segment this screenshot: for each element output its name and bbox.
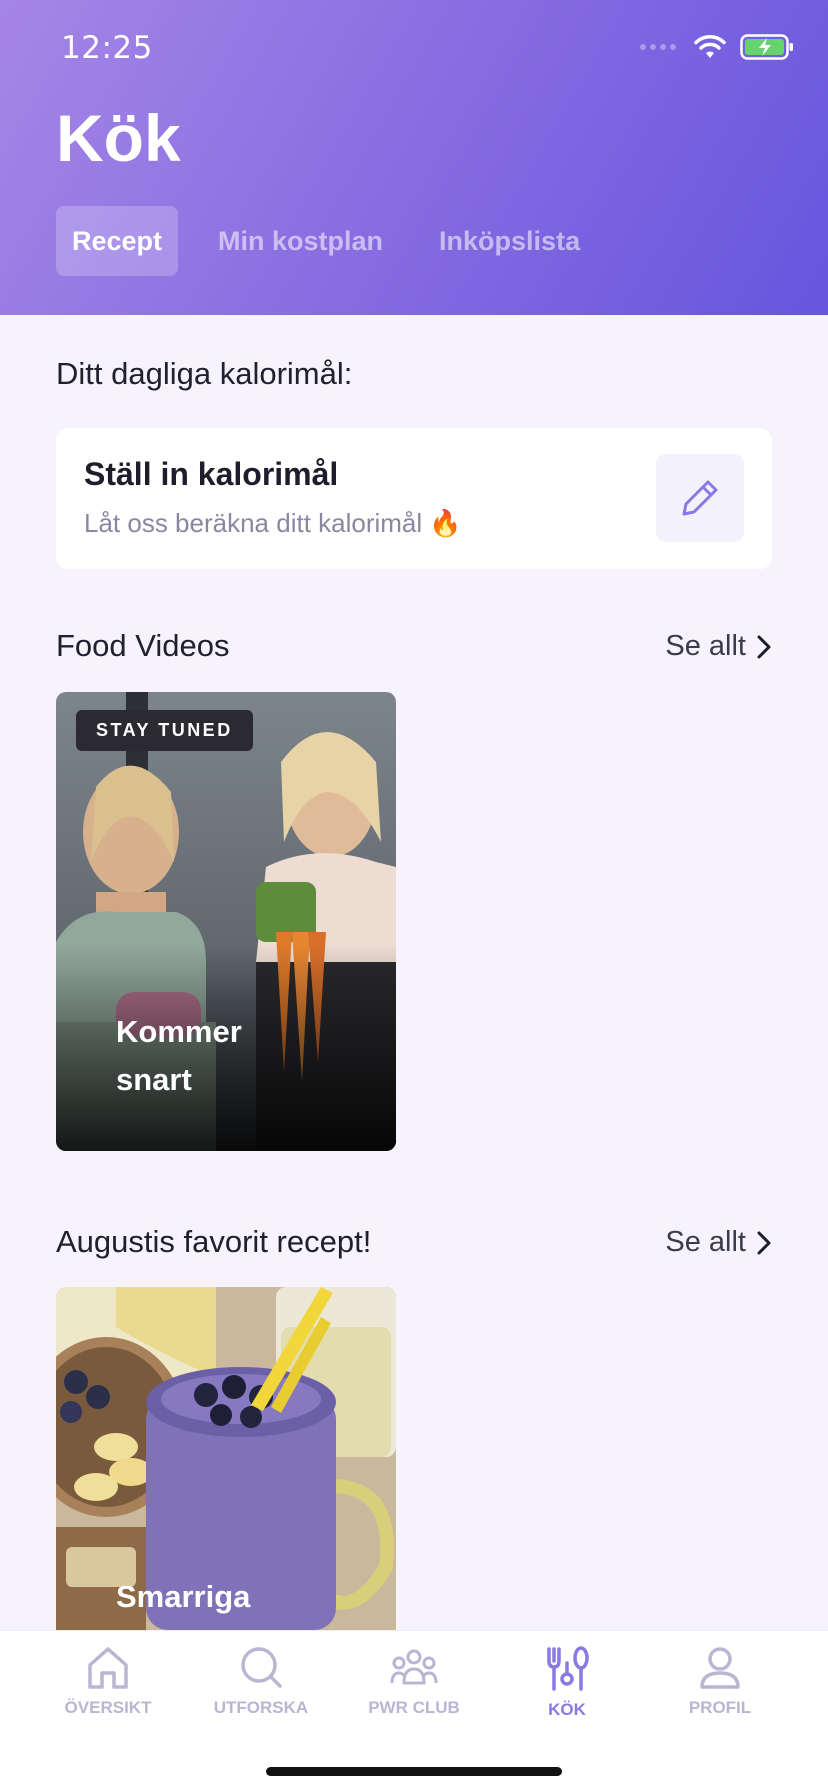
tabbar-label: PWR CLUB [368, 1698, 460, 1717]
header: 12:25 Kök Recept Min kostplan Inköpslist… [0, 0, 828, 315]
favorite-recipe-card[interactable]: Smarriga [56, 1287, 396, 1630]
group-icon [390, 1649, 438, 1685]
tabbar-item-oversikt[interactable]: ÖVERSIKT [33, 1645, 183, 1718]
home-icon [88, 1647, 128, 1689]
kitchen-icon [547, 1646, 589, 1691]
tab-min-kostplan[interactable]: Min kostplan [202, 206, 399, 276]
edit-calorie-button[interactable] [656, 454, 744, 542]
tab-inkopslista[interactable]: Inköpslista [423, 206, 596, 276]
top-tabs: Recept Min kostplan Inköpslista [56, 206, 620, 276]
wifi-icon [694, 35, 726, 58]
food-videos-header: Food Videos Se allt [56, 628, 772, 672]
tabbar-item-kok[interactable]: KÖK [492, 1645, 642, 1720]
calorie-card-subtitle: Låt oss beräkna ditt kalorimål 🔥 [84, 508, 462, 538]
food-video-card[interactable]: STAY TUNED Kommer snart [56, 692, 396, 1151]
see-all-label: Se allt [665, 630, 746, 662]
battery-icon [740, 34, 793, 60]
status-time: 12:25 [61, 30, 153, 66]
tabbar-item-pwr-club[interactable]: PWR CLUB [339, 1645, 489, 1718]
profile-icon [700, 1647, 740, 1689]
favorites-title: Augustis favorit recept! [56, 1224, 372, 1259]
tabbar-label: PROFIL [688, 1698, 752, 1717]
stay-tuned-badge: STAY TUNED [76, 710, 253, 751]
calorie-card-title: Ställ in kalorimål [84, 456, 339, 492]
calorie-section-label: Ditt dagliga kalorimål: [56, 356, 353, 391]
signal-icon [640, 44, 676, 50]
chevron-right-icon [757, 1231, 771, 1254]
status-icons [640, 34, 794, 60]
favorite-recipe-caption: Smarriga [116, 1579, 251, 1614]
pencil-icon [682, 480, 718, 516]
food-videos-see-all[interactable]: Se allt [665, 630, 772, 663]
chevron-right-icon [757, 635, 771, 658]
food-videos-title: Food Videos [56, 628, 230, 663]
tabbar-item-utforska[interactable]: UTFORSKA [186, 1645, 336, 1718]
tabbar-label: KÖK [548, 1700, 586, 1719]
tabbar-label: ÖVERSIKT [64, 1698, 152, 1717]
tabbar-item-profil[interactable]: PROFIL [645, 1645, 795, 1718]
food-video-caption-line2: snart [116, 1062, 192, 1097]
see-all-label: Se allt [665, 1226, 746, 1258]
food-video-caption-line1: Kommer [116, 1014, 242, 1049]
favorites-header: Augustis favorit recept! Se allt [56, 1224, 772, 1268]
page-title: Kök [56, 101, 181, 175]
tabbar-label: UTFORSKA [213, 1698, 309, 1717]
food-video-caption: Kommer snart [116, 1008, 242, 1104]
favorites-see-all[interactable]: Se allt [665, 1226, 772, 1259]
home-indicator [266, 1767, 562, 1776]
tab-recept[interactable]: Recept [56, 206, 179, 276]
calorie-goal-card[interactable]: Ställ in kalorimål Låt oss beräkna ditt … [56, 428, 772, 569]
search-icon [241, 1647, 282, 1688]
